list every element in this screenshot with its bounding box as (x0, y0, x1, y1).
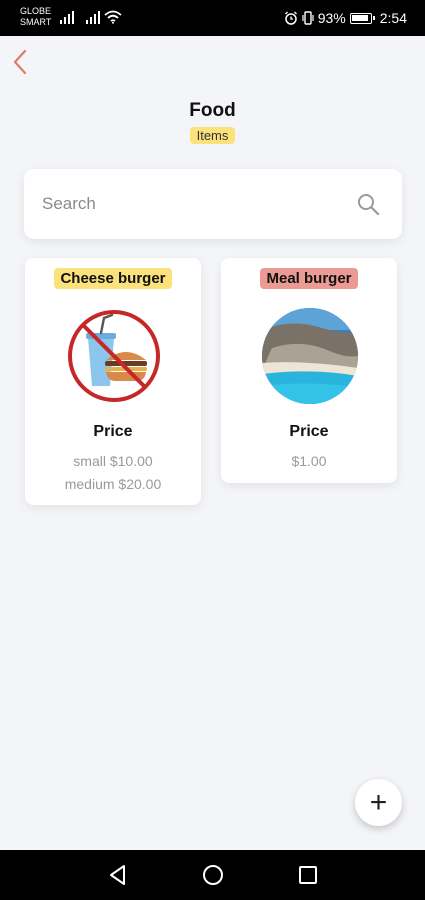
signal-icon-2 (86, 11, 100, 24)
item-card-meal-burger[interactable]: Meal burger Price $1.00 (221, 258, 397, 483)
vibrate-icon (302, 11, 314, 25)
search-bar[interactable] (24, 169, 402, 239)
chevron-left-icon (13, 49, 27, 75)
price-label: Price (289, 423, 329, 440)
signal-icon (60, 11, 74, 24)
page-subtitle-badge: Items (189, 127, 236, 144)
plus-icon: + (369, 785, 388, 819)
item-name-tag: Meal burger (260, 268, 358, 289)
alarm-icon (284, 11, 297, 25)
battery-percent: 93% (317, 10, 346, 26)
price-value: $1.00 (291, 453, 327, 469)
navigation-bar (0, 850, 425, 900)
wifi-icon (104, 10, 122, 24)
item-name-tag: Cheese burger (54, 268, 172, 289)
no-fast-food-icon (68, 310, 160, 402)
battery-icon (349, 12, 375, 24)
search-input[interactable] (42, 191, 342, 217)
price-medium: medium $20.00 (64, 476, 162, 492)
nav-recents-icon[interactable] (296, 863, 320, 887)
nav-back-icon[interactable] (106, 863, 130, 887)
price-label: Price (93, 423, 133, 440)
nav-home-icon[interactable] (201, 863, 225, 887)
add-item-button[interactable]: + (355, 779, 402, 826)
price-small: small $10.00 (73, 453, 153, 469)
page-title: Food (189, 100, 236, 121)
carrier-name: GLOBE SMART (20, 6, 52, 27)
status-bar: GLOBE SMART 93% 2:54 (0, 0, 425, 36)
back-button[interactable] (8, 46, 32, 78)
search-icon[interactable] (356, 192, 380, 216)
clock: 2:54 (379, 10, 407, 26)
item-card-cheese-burger[interactable]: Cheese burger Price small $10.00 medium … (25, 258, 201, 505)
status-right: 93% 2:54 (284, 10, 407, 26)
beach-photo (262, 308, 358, 404)
